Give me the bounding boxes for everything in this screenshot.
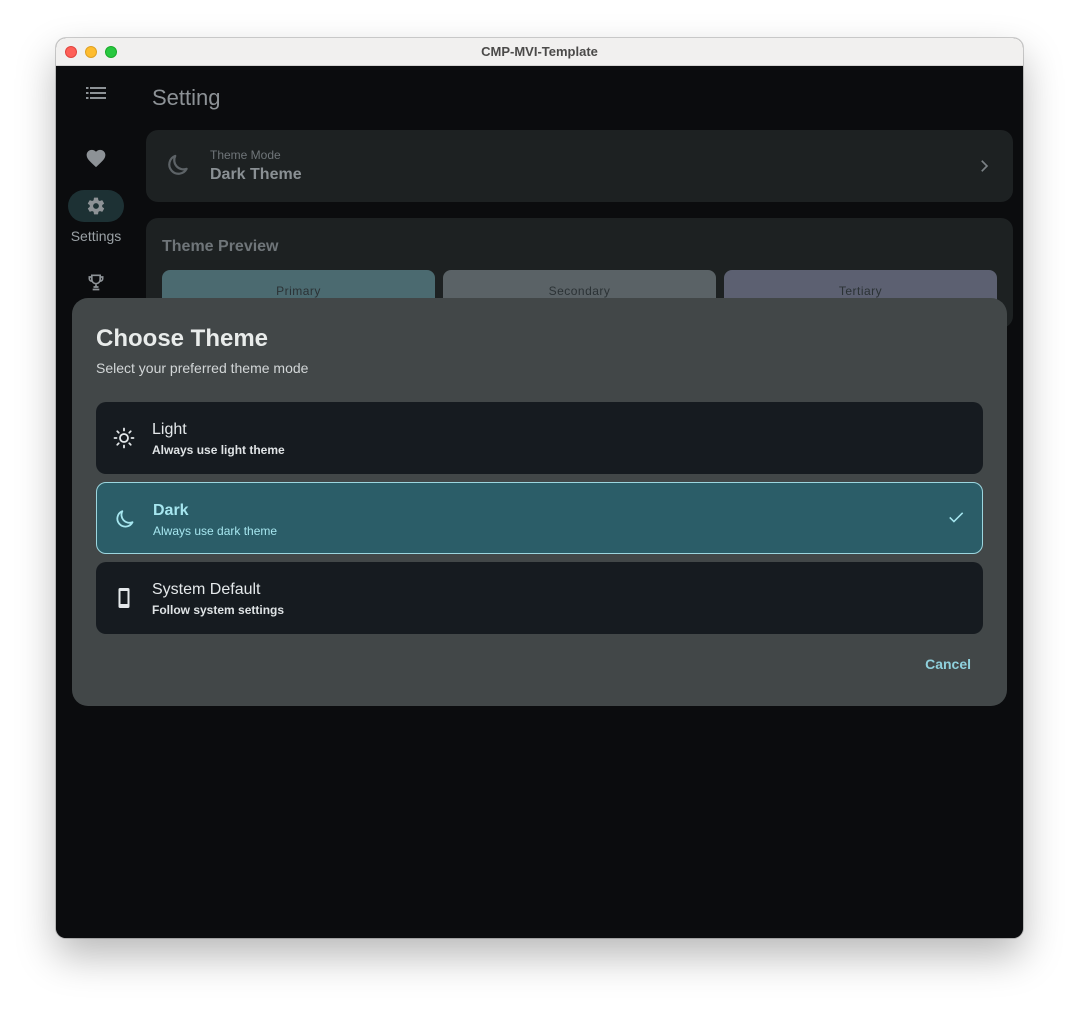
title-bar: CMP-MVI-Template — [56, 38, 1023, 66]
zoom-window-button[interactable] — [105, 46, 117, 58]
sun-icon — [112, 426, 136, 450]
option-name: Dark — [153, 502, 189, 519]
check-icon — [946, 507, 966, 532]
dialog-title: Choose Theme — [96, 325, 269, 352]
moon-icon — [113, 507, 137, 531]
phone-icon — [112, 586, 136, 610]
cancel-button[interactable]: Cancel — [925, 656, 971, 672]
minimize-window-button[interactable] — [85, 46, 97, 58]
app-window: CMP-MVI-Template Settings Setting Theme … — [56, 38, 1023, 938]
theme-option-dark[interactable]: Dark Always use dark theme — [96, 482, 983, 554]
window-title: CMP-MVI-Template — [481, 44, 598, 59]
theme-option-light[interactable]: Light Always use light theme — [96, 402, 983, 474]
app-content: Settings Setting Theme Mode Dark Theme T… — [56, 66, 1023, 938]
option-description: Always use dark theme — [153, 524, 278, 538]
option-name: System Default — [152, 581, 261, 598]
option-name: Light — [152, 421, 187, 438]
dialog-subtitle: Select your preferred theme mode — [96, 360, 309, 376]
option-description: Always use light theme — [152, 443, 285, 457]
close-window-button[interactable] — [65, 46, 77, 58]
theme-option-system-default[interactable]: System Default Follow system settings — [96, 562, 983, 634]
window-controls — [65, 46, 117, 58]
choose-theme-dialog: Choose Theme Select your preferred theme… — [72, 298, 1007, 706]
option-description: Follow system settings — [152, 603, 285, 617]
